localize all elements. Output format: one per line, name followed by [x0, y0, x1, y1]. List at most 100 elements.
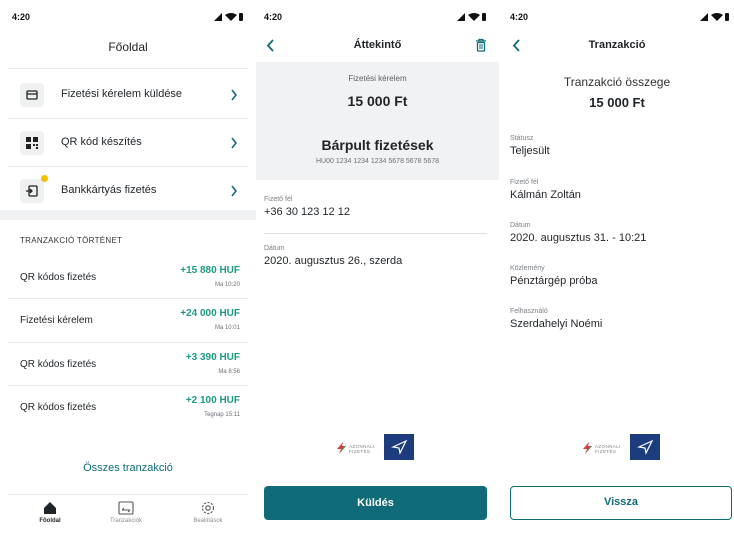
field-value: 2020. augusztus 31. - 10:21 [510, 232, 647, 244]
page-title: Főoldal [108, 40, 148, 54]
transaction-amount: +15 880 HUF [180, 265, 240, 276]
transaction-time: Ma 8:56 [218, 369, 240, 375]
status-bar: 4:20 [0, 0, 256, 36]
partner-name: Bárpult fizetések [321, 137, 434, 153]
transaction-time: Ma 10:01 [214, 325, 240, 331]
transaction-screen: 4:20 Tranzakció Tranzakció összege 15 00… [500, 0, 734, 545]
card-insert-icon [20, 179, 44, 203]
bolt-icon [337, 442, 346, 454]
bank-logo [630, 434, 660, 460]
menu-item-payment-request[interactable]: Fizetési kérelem küldése [8, 70, 248, 118]
status-bar: 4:20 [256, 0, 499, 36]
field-label: Dátum [264, 245, 285, 252]
menu-item-label: Fizetési kérelem küldése [61, 88, 183, 100]
table-row[interactable]: QR kódos fizetés +15 880 HUF Ma 10:20 [8, 256, 248, 299]
field-label: Fizető fél [510, 179, 539, 186]
nav-bar: Áttekintő [256, 36, 499, 58]
trash-icon[interactable] [475, 38, 487, 52]
logo-text: FIZETÉS [595, 449, 617, 454]
notification-dot [41, 175, 48, 182]
request-amount: 15 000 Ft [347, 93, 408, 109]
transaction-amount: +3 390 HUF [185, 352, 240, 363]
status-icons [214, 13, 243, 21]
send-button[interactable]: Küldés [264, 486, 487, 520]
table-row[interactable]: Fizetési kérelem +24 000 HUF Ma 10:01 [8, 299, 248, 342]
settings-icon [201, 501, 215, 515]
menu-item-card-payment[interactable]: Bankkártyás fizetés [8, 166, 248, 214]
history-title: TRANZAKCIÓ TÖRTÉNET [20, 236, 123, 245]
status-icons [700, 13, 729, 21]
transaction-name: QR kódos fizetés [20, 359, 97, 370]
section-separator [0, 210, 256, 220]
payer-field: Fizető fél +36 30 123 12 12 [264, 196, 487, 218]
page-title: Áttekintő [353, 39, 402, 51]
status-time: 4:20 [264, 12, 283, 22]
amount-value: 15 000 Ft [589, 95, 645, 110]
tab-label: Beállítások [193, 518, 223, 524]
menu-item-label: Bankkártyás fizetés [61, 184, 157, 196]
tab-label: Főoldal [39, 518, 61, 524]
note-field: Közlemény Pénztárgép próba [510, 265, 722, 287]
transaction-name: Fizetési kérelem [20, 315, 93, 326]
date-field: Dátum 2020. augusztus 31. - 10:21 [510, 222, 722, 244]
request-summary: Fizetési kérelem 15 000 Ft Bárpult fizet… [256, 62, 499, 180]
status-time: 4:20 [12, 12, 31, 22]
bottom-tab-bar: Főoldal Tranzakciók Beállítások [8, 494, 248, 545]
menu-item-label: QR kód készítés [61, 136, 142, 148]
field-value: Pénztárgép próba [510, 275, 598, 287]
overview-screen: 4:20 Áttekintő Fizetési kérelem 15 000 F… [256, 0, 499, 545]
table-row[interactable]: QR kódos fizetés +3 390 HUF Ma 8:56 [8, 343, 248, 386]
back-button[interactable]: Vissza [510, 486, 732, 520]
field-label: Felhasználó [510, 308, 548, 315]
chevron-right-icon [231, 137, 238, 149]
divider [264, 233, 487, 234]
field-value: Kálmán Zoltán [510, 189, 581, 201]
field-value: +36 30 123 12 12 [264, 206, 350, 218]
field-label: Státusz [510, 135, 534, 142]
qr-icon [20, 131, 44, 155]
transaction-time: Tegnap 15:11 [204, 412, 240, 418]
tab-transactions[interactable]: Tranzakciók [96, 501, 156, 524]
card-icon [20, 83, 44, 107]
instant-payment-logo: AZONNALI FIZETÉS [582, 434, 662, 464]
chevron-right-icon [231, 89, 238, 101]
field-label: Közlemény [510, 265, 545, 272]
account-number: HU00 1234 1234 1234 5678 5678 5678 [316, 158, 439, 165]
transaction-time: Ma 10:20 [214, 282, 240, 288]
field-label: Dátum [510, 222, 531, 229]
menu-item-qr-code[interactable]: QR kód készítés [8, 118, 248, 166]
bolt-icon [583, 442, 592, 454]
status-bar: 4:20 [500, 0, 734, 36]
field-label: Fizető fél [264, 196, 293, 203]
transactions-icon [118, 501, 134, 515]
transaction-amount: +24 000 HUF [180, 308, 240, 319]
tab-label: Tranzakciók [109, 518, 143, 524]
transaction-amount: +2 100 HUF [185, 395, 240, 406]
instant-payment-logo: AZONNALI FIZETÉS [336, 434, 416, 464]
status-field: Státusz Teljesült [510, 135, 722, 157]
transaction-name: QR kódos fizetés [20, 402, 97, 413]
page-title: Tranzakció [588, 39, 646, 51]
logo-text: FIZETÉS [349, 449, 371, 454]
status-icons [457, 13, 486, 21]
chevron-right-icon [231, 185, 238, 197]
home-screen: 4:20 Főoldal Fizetési kérelem küldése QR… [0, 0, 256, 545]
home-icon [44, 502, 56, 514]
field-value: Teljesült [510, 145, 550, 157]
divider [8, 68, 248, 69]
field-value: Szerdahelyi Noémi [510, 318, 603, 330]
amount-label: Tranzakció összege [563, 75, 671, 89]
request-label: Fizetési kérelem [348, 74, 407, 83]
nav-bar: Tranzakció [500, 36, 734, 58]
tab-settings[interactable]: Beállítások [178, 501, 238, 524]
date-field: Dátum 2020. augusztus 26., szerda [264, 245, 487, 267]
all-transactions-link[interactable]: Összes tranzakció [0, 462, 256, 474]
status-time: 4:20 [510, 12, 529, 22]
field-value: 2020. augusztus 26., szerda [264, 255, 403, 267]
table-row[interactable]: QR kódos fizetés +2 100 HUF Tegnap 15:11 [8, 386, 248, 429]
bank-logo [384, 434, 414, 460]
tab-home[interactable]: Főoldal [20, 501, 80, 524]
transaction-name: QR kódos fizetés [20, 272, 97, 283]
user-field: Felhasználó Szerdahelyi Noémi [510, 308, 722, 330]
payer-field: Fizető fél Kálmán Zoltán [510, 179, 722, 201]
